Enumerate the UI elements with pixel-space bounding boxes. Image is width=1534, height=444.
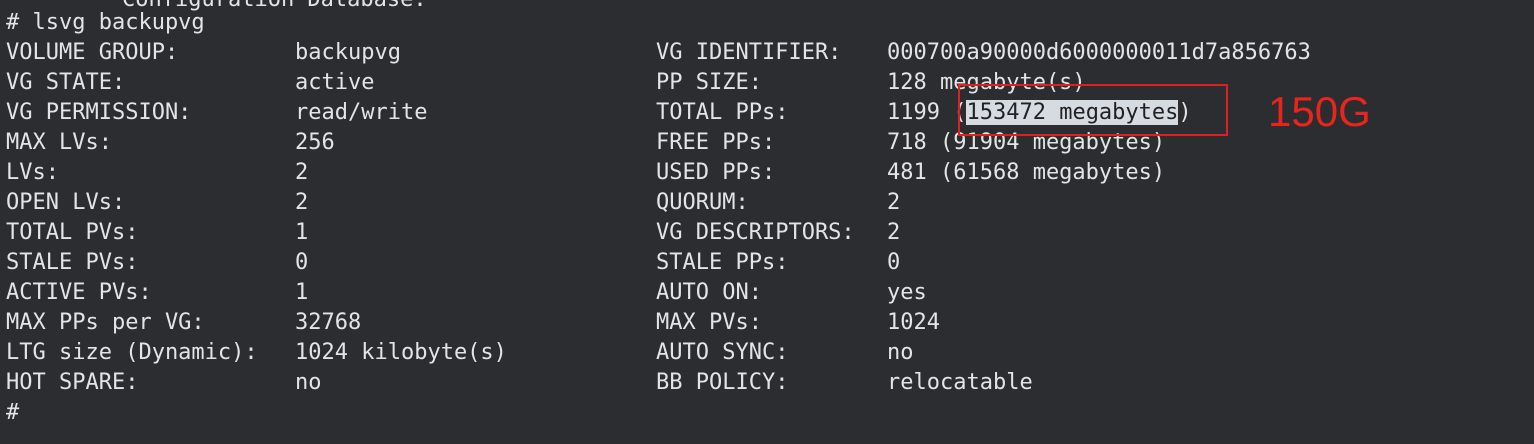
output-row: LVs: 2 USED PPs: 481 (61568 megabytes): [0, 158, 1534, 188]
output-row: MAX PPs per VG: 32768 MAX PVs: 1024: [0, 308, 1534, 338]
field-value: 0: [295, 250, 309, 275]
field-label: VG IDENTIFIER:: [656, 40, 842, 65]
field-label: AUTO ON:: [656, 280, 762, 305]
annotation-box: [958, 84, 1228, 136]
field-value: relocatable: [887, 370, 1033, 395]
field-label: HOT SPARE:: [6, 370, 139, 395]
output-row: LTG size (Dynamic): 1024 kilobyte(s) AUT…: [0, 338, 1534, 368]
output-row: TOTAL PVs: 1 VG DESCRIPTORS: 2: [0, 218, 1534, 248]
field-label: VOLUME GROUP:: [6, 40, 179, 65]
field-value: yes: [887, 280, 927, 305]
field-label: BB POLICY:: [656, 370, 789, 395]
field-label: TOTAL PPs:: [656, 100, 789, 125]
field-label: STALE PVs:: [6, 250, 139, 275]
field-value: no: [295, 370, 322, 395]
field-value: read/write: [295, 100, 428, 125]
field-label: AUTO SYNC:: [656, 340, 789, 365]
field-value: 1: [295, 280, 309, 305]
shell-prompt[interactable]: #: [6, 398, 19, 428]
field-value: 32768: [295, 310, 362, 335]
field-label: USED PPs:: [656, 160, 776, 185]
total-pps-prefix: 1199 (: [887, 100, 967, 125]
field-value: 1024 kilobyte(s): [295, 340, 507, 365]
field-label: VG STATE:: [6, 70, 126, 95]
field-label: OPEN LVs:: [6, 190, 126, 215]
field-label: MAX PVs:: [656, 310, 762, 335]
field-label: MAX LVs:: [6, 130, 112, 155]
output-row: HOT SPARE: no BB POLICY: relocatable: [0, 368, 1534, 398]
field-value: 2: [295, 160, 309, 185]
field-value: 1024: [887, 310, 940, 335]
field-value: active: [295, 70, 375, 95]
field-label: LVs:: [6, 160, 59, 185]
output-row: STALE PVs: 0 STALE PPs: 0: [0, 248, 1534, 278]
field-label: VG PERMISSION:: [6, 100, 192, 125]
field-value: backupvg: [295, 40, 401, 65]
output-row: OPEN LVs: 2 QUORUM: 2: [0, 188, 1534, 218]
field-value: 2: [887, 190, 901, 215]
output-row: VOLUME GROUP: backupvg VG IDENTIFIER: 00…: [0, 38, 1534, 68]
terminal-window[interactable]: Configuration Database. # lsvg backupvg …: [0, 0, 1534, 444]
command-line: # lsvg backupvg: [6, 10, 205, 35]
field-label: TOTAL PVs:: [6, 220, 139, 245]
field-label: VG DESCRIPTORS:: [656, 220, 855, 245]
field-value: 2: [295, 190, 309, 215]
annotation-label: 150G: [1268, 88, 1371, 135]
field-label: PP SIZE:: [656, 70, 762, 95]
output-row: ACTIVE PVs: 1 AUTO ON: yes: [0, 278, 1534, 308]
field-label: LTG size (Dynamic):: [6, 340, 258, 365]
field-label: MAX PPs per VG:: [6, 310, 205, 335]
field-value: 000700a90000d6000000011d7a856763: [887, 40, 1311, 65]
field-label: STALE PPs:: [656, 250, 789, 275]
field-value: 0: [887, 250, 901, 275]
field-label: ACTIVE PVs:: [6, 280, 152, 305]
field-label: QUORUM:: [656, 190, 749, 215]
field-value: 2: [887, 220, 901, 245]
field-value: 256: [295, 130, 335, 155]
field-value: 1: [295, 220, 309, 245]
field-label: FREE PPs:: [656, 130, 776, 155]
field-value: no: [887, 340, 914, 365]
field-value: 481 (61568 megabytes): [887, 160, 1166, 185]
